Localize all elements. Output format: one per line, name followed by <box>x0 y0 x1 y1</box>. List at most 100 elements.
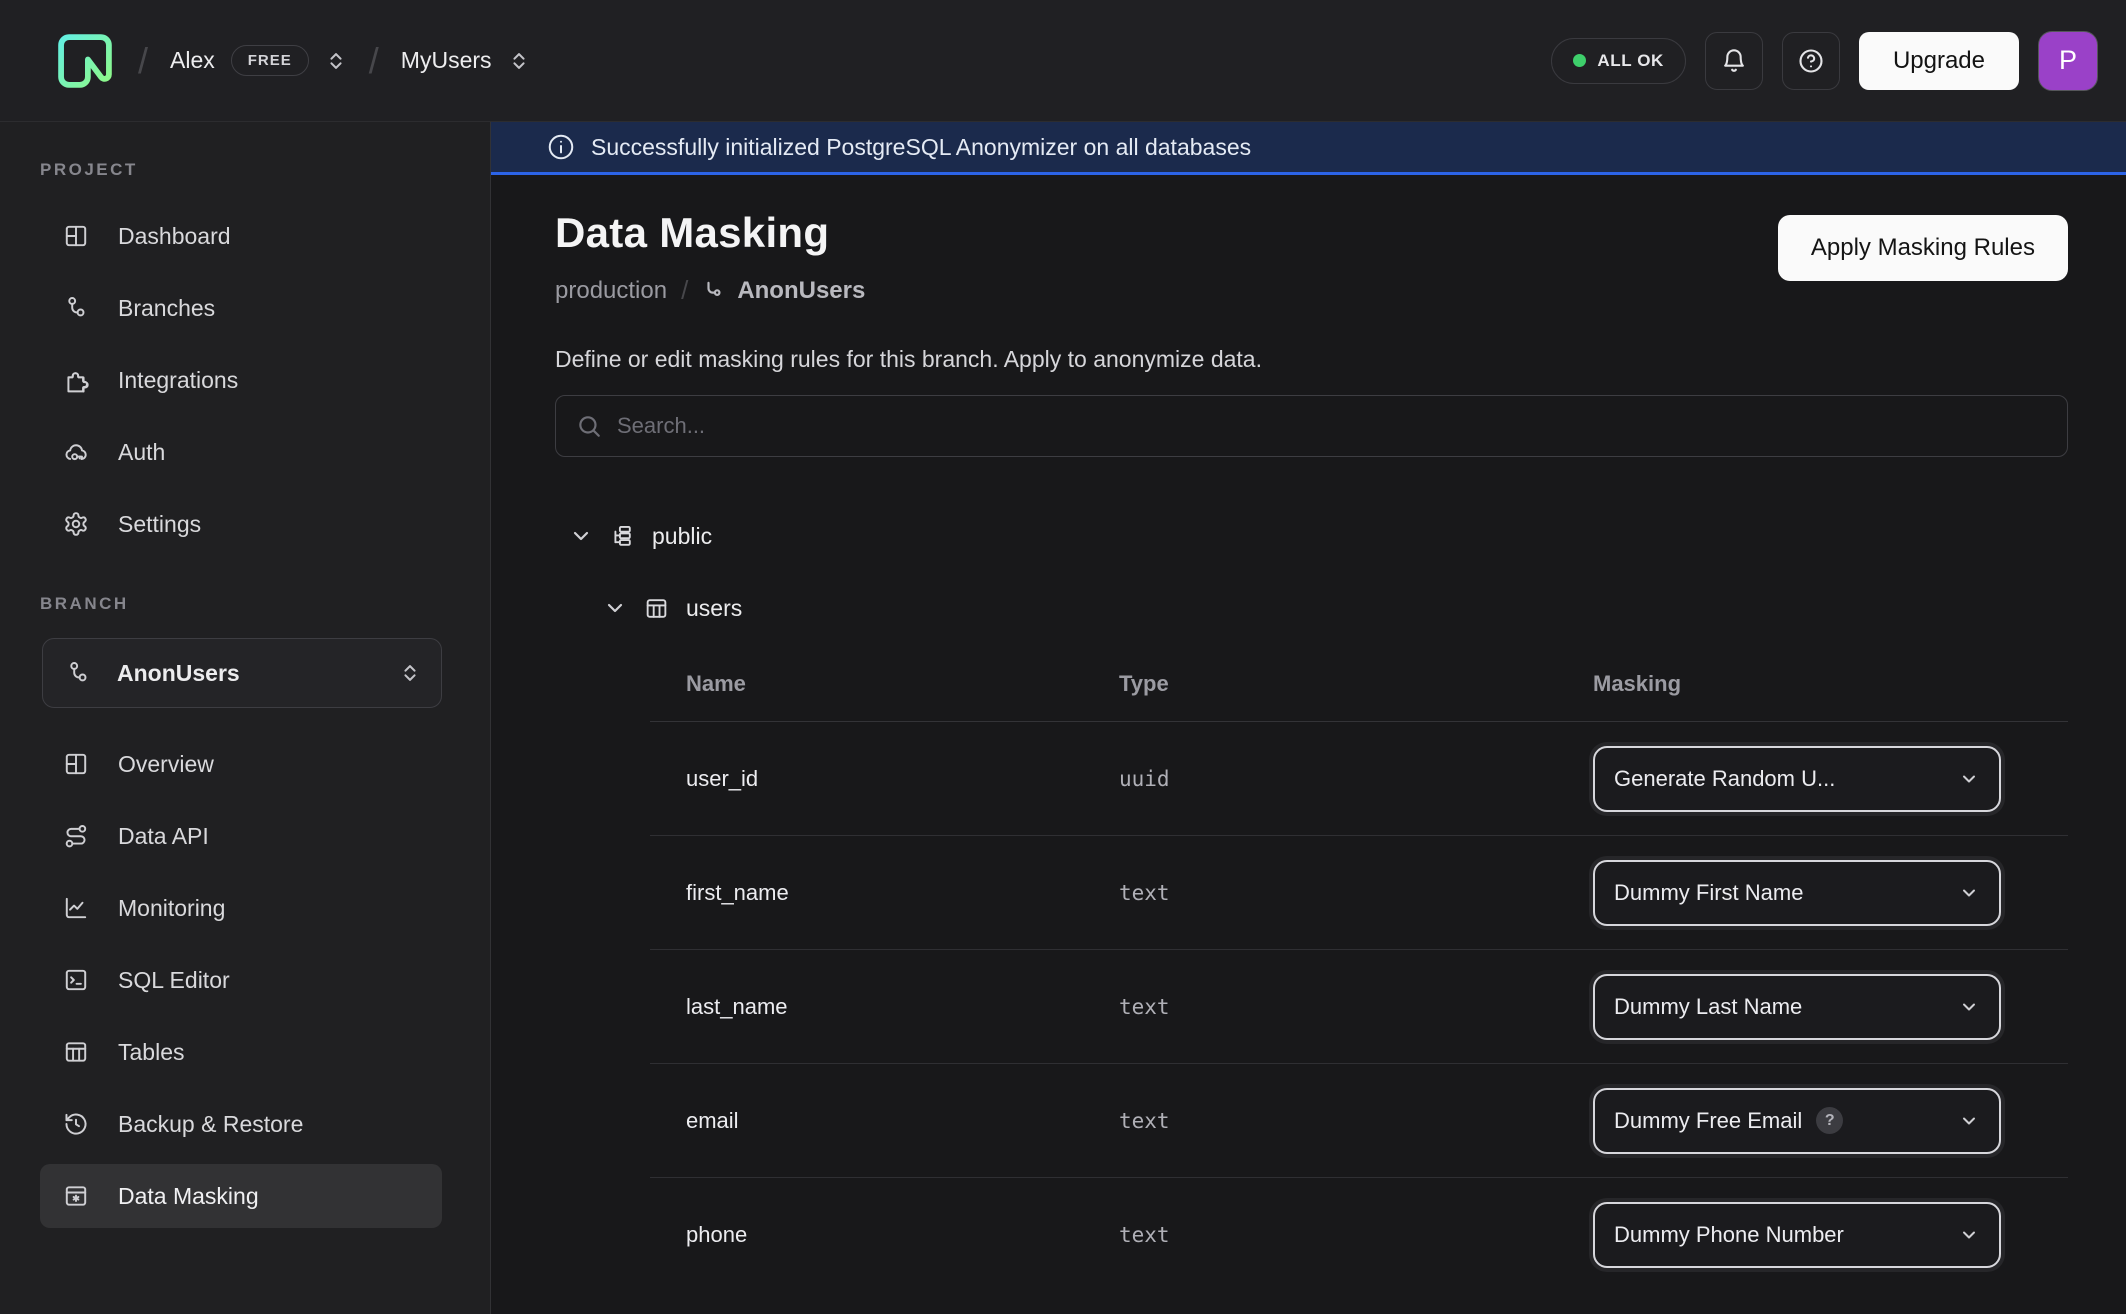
project-name: MyUsers <box>401 47 492 74</box>
column-header-name: Name <box>650 671 1119 697</box>
cell-column-type: text <box>1119 881 1593 905</box>
chevron-down-icon[interactable] <box>569 524 593 548</box>
masking-rule-select[interactable]: Dummy First Name ? <box>1593 860 2001 926</box>
neon-logo[interactable] <box>54 30 116 92</box>
chevron-down-icon[interactable] <box>603 596 627 620</box>
sidebar-item[interactable]: Dashboard <box>40 204 442 268</box>
cell-column-name: email <box>650 1108 1119 1134</box>
project-nav: Dashboard Branches Integrations Auth <box>0 204 490 556</box>
schema-name[interactable]: public <box>652 523 712 550</box>
table-body: user_id uuid Generate Random U... ? <box>650 722 2068 1292</box>
sidebar-item-label: Monitoring <box>118 895 225 922</box>
monitoring-icon <box>63 895 89 921</box>
sidebar-item-label: SQL Editor <box>118 967 230 994</box>
status-badge[interactable]: ALL OK <box>1551 38 1686 84</box>
masking-rule-select[interactable]: Dummy Last Name ? <box>1593 974 2001 1040</box>
overview-icon <box>63 751 89 777</box>
chevrons-up-down-icon <box>399 662 421 684</box>
breadcrumb-env[interactable]: production <box>555 277 667 305</box>
user-avatar[interactable]: P <box>2038 31 2098 91</box>
sidebar-item-label: Overview <box>118 751 214 778</box>
masking-rule-value: Generate Random U... <box>1614 766 1835 792</box>
cell-column-name: phone <box>650 1222 1119 1248</box>
main-content: Successfully initialized PostgreSQL Anon… <box>491 122 2126 1314</box>
sidebar-item[interactable]: Branches <box>40 276 442 340</box>
masking-rule-select[interactable]: Generate Random U... ? <box>1593 746 2001 812</box>
dashboard-icon <box>63 223 89 249</box>
masking-table: Name Type Masking user_id uuid <box>650 637 2068 1292</box>
help-badge[interactable]: ? <box>1816 1107 1843 1134</box>
help-button[interactable] <box>1782 32 1840 90</box>
auth-icon <box>63 439 89 465</box>
chevron-down-icon <box>1959 883 1979 903</box>
breadcrumb-branch[interactable]: AnonUsers <box>702 277 865 305</box>
sidebar-item[interactable]: Integrations <box>40 348 442 412</box>
schema-icon <box>610 524 635 549</box>
settings-icon <box>63 511 89 537</box>
breadcrumb: production / AnonUsers <box>555 275 865 306</box>
cell-column-type: text <box>1119 1223 1593 1247</box>
sidebar-item[interactable]: Auth <box>40 420 442 484</box>
sidebar-item[interactable]: Backup & Restore <box>40 1092 442 1156</box>
sidebar-item-label: Backup & Restore <box>118 1111 303 1138</box>
masking-rule-select[interactable]: Dummy Phone Number ? <box>1593 1202 2001 1268</box>
tables-icon <box>63 1039 89 1065</box>
chevron-down-icon <box>1959 997 1979 1017</box>
table-row: email text Dummy Free Email ? <box>650 1064 2068 1178</box>
upgrade-button[interactable]: Upgrade <box>1859 32 2019 90</box>
chevrons-up-down-icon[interactable] <box>325 50 347 72</box>
masking-rule-value: Dummy First Name <box>1614 880 1803 906</box>
branch-nav: Overview Data API Monitoring SQL Editor <box>0 732 490 1228</box>
org-breadcrumb[interactable]: Alex FREE <box>170 45 347 76</box>
tree-row-schema: public <box>569 507 2068 565</box>
sidebar-item[interactable]: Monitoring <box>40 876 442 940</box>
plan-badge: FREE <box>231 45 309 76</box>
search-input[interactable] <box>617 413 2047 439</box>
table-row: last_name text Dummy Last Name ? <box>650 950 2068 1064</box>
chevron-down-icon <box>1959 1111 1979 1131</box>
column-header-type: Type <box>1119 671 1593 697</box>
header-actions: ALL OK Upgrade P <box>1551 31 2098 91</box>
sidebar-item[interactable]: Tables <box>40 1020 442 1084</box>
project-breadcrumb[interactable]: MyUsers <box>401 47 530 74</box>
branch-selector-label: AnonUsers <box>117 660 240 687</box>
column-header-masking: Masking <box>1593 671 2068 697</box>
sidebar-item[interactable]: Data Masking <box>40 1164 442 1228</box>
table-row: user_id uuid Generate Random U... ? <box>650 722 2068 836</box>
top-header-bar: / Alex FREE / MyUsers ALL OK Upgrade P <box>0 0 2126 122</box>
search-icon <box>576 413 602 439</box>
sidebar-item-label: Tables <box>118 1039 184 1066</box>
chevrons-up-down-icon[interactable] <box>508 50 530 72</box>
branch-selector[interactable]: AnonUsers <box>42 638 442 708</box>
sidebar-item[interactable]: Overview <box>40 732 442 796</box>
banner-message: Successfully initialized PostgreSQL Anon… <box>591 134 1251 161</box>
sql-editor-icon <box>63 967 89 993</box>
search-box <box>555 395 2068 457</box>
org-name: Alex <box>170 47 215 74</box>
cell-column-name: user_id <box>650 766 1119 792</box>
tree-row-table: users <box>603 579 2068 637</box>
sidebar-item-label: Settings <box>118 511 201 538</box>
table-row: first_name text Dummy First Name ? <box>650 836 2068 950</box>
page-description: Define or edit masking rules for this br… <box>555 346 2068 373</box>
notifications-button[interactable] <box>1705 32 1763 90</box>
sidebar-item-label: Auth <box>118 439 165 466</box>
branch-section-label: BRANCH <box>40 594 490 614</box>
masking-rule-value: Dummy Phone Number <box>1614 1222 1844 1248</box>
status-green-dot <box>1573 54 1586 67</box>
info-icon <box>546 132 576 162</box>
sidebar-item[interactable]: Data API <box>40 804 442 868</box>
breadcrumb-separator: / <box>369 40 379 82</box>
page-title: Data Masking <box>555 209 865 257</box>
corner-branch-icon <box>702 278 728 304</box>
masking-rule-value: Dummy Last Name <box>1614 994 1802 1020</box>
chevron-down-icon <box>1959 769 1979 789</box>
apply-masking-rules-button[interactable]: Apply Masking Rules <box>1778 215 2068 281</box>
table-name[interactable]: users <box>686 595 742 622</box>
sidebar-item[interactable]: Settings <box>40 492 442 556</box>
table-icon <box>644 596 669 621</box>
sidebar-item-label: Integrations <box>118 367 238 394</box>
masking-rule-select[interactable]: Dummy Free Email ? <box>1593 1088 2001 1154</box>
sidebar-item[interactable]: SQL Editor <box>40 948 442 1012</box>
cell-column-type: text <box>1119 1109 1593 1133</box>
